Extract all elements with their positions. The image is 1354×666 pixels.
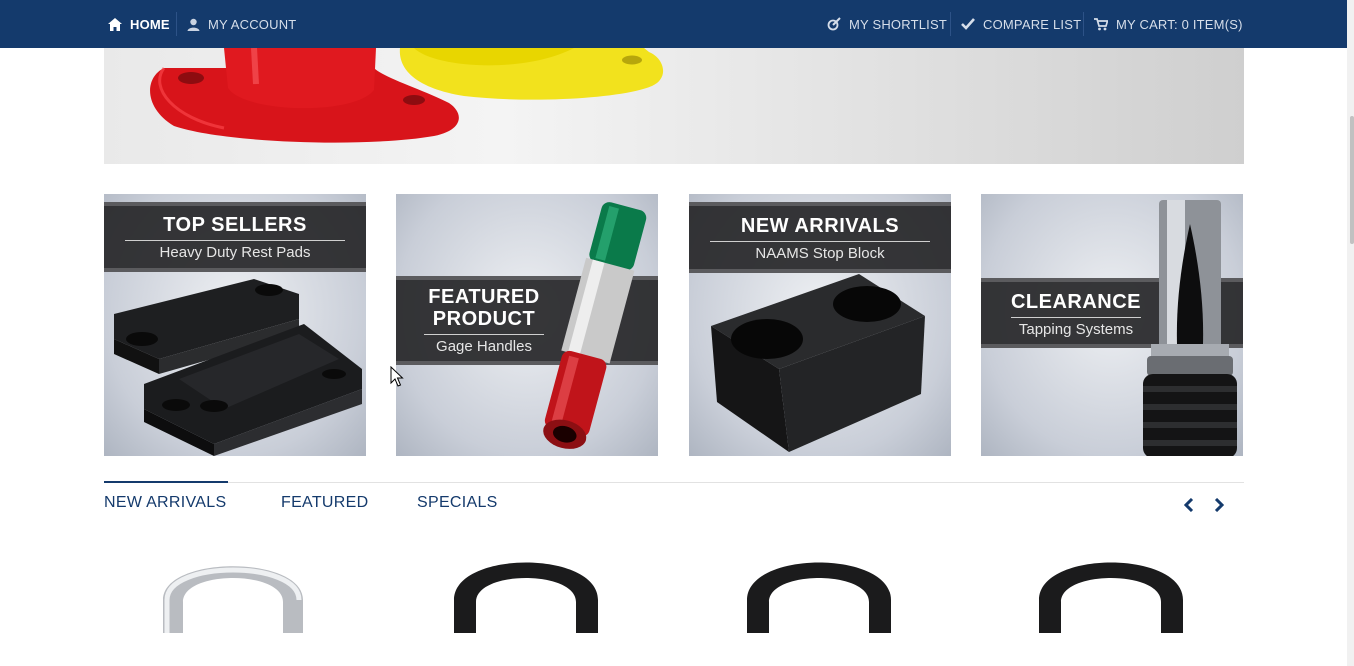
user-icon	[187, 18, 200, 31]
tabs-divider	[104, 482, 1244, 483]
promo-subheading: NAAMS Stop Block	[755, 245, 885, 262]
product-card-image[interactable]	[1021, 530, 1201, 633]
mouse-cursor-icon	[390, 366, 404, 387]
promo-heading: NEW ARRIVALS	[740, 215, 900, 237]
promo-banner: NEW ARRIVALS NAAMS Stop Block	[689, 202, 951, 273]
tab-active-indicator	[104, 481, 228, 483]
nav-cart-link[interactable]: MY CART: 0 ITEM(S)	[1094, 0, 1243, 48]
promo-heading: TOP SELLERS	[163, 214, 307, 236]
chevron-left-icon	[1184, 498, 1194, 512]
product-card-image[interactable]	[143, 530, 323, 633]
home-icon	[108, 17, 122, 31]
nav-cart-label: MY CART: 0 ITEM(S)	[1116, 16, 1243, 32]
nav-divider	[950, 12, 951, 36]
black-handle-image	[454, 562, 598, 633]
carousel-next-button[interactable]	[1208, 494, 1230, 516]
scrollbar-thumb[interactable]	[1350, 116, 1354, 244]
hero-banner[interactable]	[104, 48, 1244, 164]
nav-divider	[176, 12, 177, 36]
carousel-prev-button[interactable]	[1178, 494, 1200, 516]
gage-handle-image	[543, 202, 647, 449]
tab-specials[interactable]: SPECIALS	[417, 494, 498, 512]
divider	[125, 240, 345, 241]
black-handle-image	[747, 562, 891, 633]
shortlist-icon	[827, 17, 841, 31]
nav-home-label: HOME	[130, 16, 170, 32]
nav-compare-label: COMPARE LIST	[983, 16, 1082, 32]
tab-new-arrivals[interactable]: NEW ARRIVALS	[104, 494, 226, 512]
promo-tile-featured-product[interactable]: FEATURED PRODUCT Gage Handles	[396, 194, 658, 456]
tab-featured[interactable]: FEATURED	[281, 494, 368, 512]
nav-compare-link[interactable]: COMPARE LIST	[961, 0, 1081, 48]
black-handle-image	[1039, 562, 1183, 633]
tapping-system-image	[1143, 200, 1237, 456]
divider	[710, 241, 930, 242]
nav-account-label: MY ACCOUNT	[208, 16, 297, 32]
nav-divider	[1083, 12, 1084, 36]
product-card-image[interactable]	[729, 530, 909, 633]
nav-shortlist-label: MY SHORTLIST	[849, 16, 947, 32]
hero-cones-image	[150, 48, 664, 143]
nav-account-link[interactable]: MY ACCOUNT	[187, 0, 296, 48]
promo-tile-clearance[interactable]: CLEARANCE Tapping Systems	[981, 194, 1243, 456]
chrome-handle-image	[163, 566, 303, 633]
promo-tile-top-sellers[interactable]: TOP SELLERS Heavy Duty Rest Pads	[104, 194, 366, 456]
chevron-right-icon	[1214, 498, 1224, 512]
promo-subheading: Heavy Duty Rest Pads	[159, 244, 311, 261]
promo-banner: TOP SELLERS Heavy Duty Rest Pads	[104, 202, 366, 272]
nav-shortlist-link[interactable]: MY SHORTLIST	[827, 0, 947, 48]
check-icon	[961, 18, 975, 30]
page-scrollbar[interactable]	[1347, 0, 1354, 666]
cart-icon	[1094, 17, 1108, 30]
product-card-image[interactable]	[436, 530, 616, 633]
nav-home-link[interactable]: HOME	[108, 0, 170, 48]
top-navigation-bar: HOME MY ACCOUNT MY SHORTLIST COMPARE LIS…	[0, 0, 1347, 48]
promo-tile-new-arrivals[interactable]: NEW ARRIVALS NAAMS Stop Block	[689, 194, 951, 456]
